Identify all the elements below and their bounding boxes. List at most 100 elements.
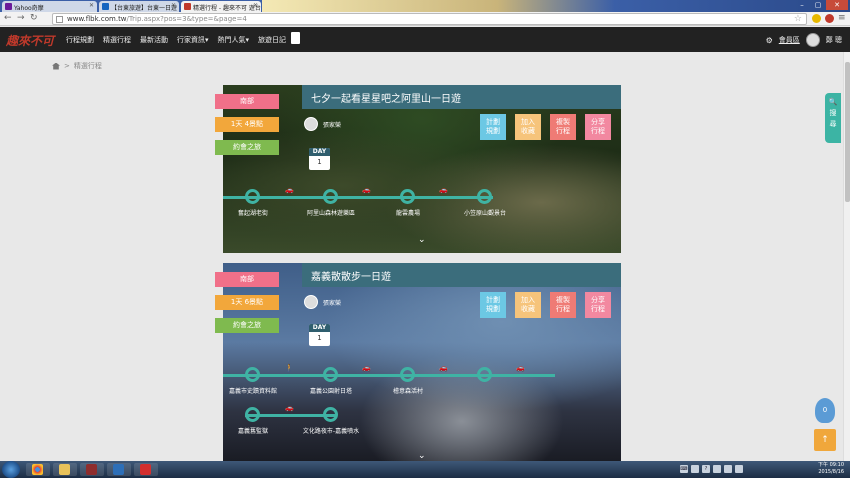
- extension-icon[interactable]: [812, 14, 821, 23]
- car-icon: 🚗: [285, 404, 294, 412]
- trip-title[interactable]: 嘉義散散步一日遊: [302, 263, 621, 287]
- tag-theme: 約會之旅: [215, 140, 279, 155]
- route-stop[interactable]: [323, 407, 338, 422]
- nav-item-popular[interactable]: 熱門人氣▾: [218, 35, 250, 45]
- taskbar-chrome-icon[interactable]: [26, 463, 50, 476]
- copy-trip-button[interactable]: 複製 行程: [550, 292, 576, 318]
- user-name[interactable]: 鄭 聰: [826, 35, 842, 45]
- trip-actions: 計劃 規劃 加入 收藏 複製 行程 分享 行程: [480, 292, 611, 318]
- clock-time: 下午 09:10: [818, 462, 844, 468]
- nav-item-plan[interactable]: 行程規劃: [66, 35, 94, 45]
- stop-label[interactable]: 奮起湖老街: [238, 208, 268, 217]
- taskbar-pdf-icon[interactable]: [134, 463, 158, 476]
- close-window-icon[interactable]: ✕: [826, 0, 848, 10]
- scrollbar-thumb[interactable]: [845, 62, 850, 202]
- share-trip-button[interactable]: 分享 行程: [585, 114, 611, 140]
- chevron-down-icon[interactable]: ⌄: [418, 451, 426, 461]
- close-tab-icon[interactable]: ✕: [171, 2, 176, 9]
- stop-label[interactable]: 嘉義公園射日塔: [310, 386, 352, 395]
- stop-label[interactable]: 嘉義舊監獄: [238, 426, 268, 435]
- close-tab-icon[interactable]: ✕: [253, 2, 258, 9]
- trip-card[interactable]: 嘉義散散步一日遊 張家榮 計劃 規劃 加入 收藏 複製 行程 分享 行程 DAY…: [223, 263, 621, 461]
- route-line: [223, 196, 493, 199]
- trip-title[interactable]: 七夕一起看星星吧之阿里山一日遊: [302, 85, 621, 109]
- share-trip-button[interactable]: 分享 行程: [585, 292, 611, 318]
- taskbar-player-icon[interactable]: [107, 463, 131, 476]
- add-favorite-button[interactable]: 加入 收藏: [515, 114, 541, 140]
- stop-label[interactable]: 阿里山森林遊樂區: [307, 208, 355, 217]
- back-to-top-button[interactable]: ↑: [814, 429, 836, 451]
- notification-bubble[interactable]: 0: [815, 398, 835, 423]
- app-tray-icon[interactable]: [691, 465, 699, 473]
- nav-item-events[interactable]: 最新活動: [140, 35, 168, 45]
- close-tab-icon[interactable]: ✕: [89, 2, 94, 9]
- start-button-icon[interactable]: [2, 461, 20, 478]
- extension-icon[interactable]: [825, 14, 834, 23]
- nav-item-featured[interactable]: 精選行程: [103, 35, 131, 45]
- taskbar-explorer-icon[interactable]: [53, 463, 77, 476]
- page-scrollbar[interactable]: [843, 52, 850, 462]
- copy-trip-button[interactable]: 複製 行程: [550, 114, 576, 140]
- volume-icon[interactable]: [735, 465, 743, 473]
- nav-item-diary[interactable]: 旅遊日記: [258, 35, 286, 45]
- trip-author: 張家榮: [304, 117, 341, 131]
- tag-theme: 約會之旅: [215, 318, 279, 333]
- forward-arrow-icon[interactable]: →: [17, 13, 25, 23]
- route-stop[interactable]: [477, 189, 492, 204]
- stop-label[interactable]: 嘉義市史蹟資料館: [229, 386, 277, 395]
- home-icon[interactable]: [52, 62, 60, 70]
- clock[interactable]: 下午 09:10 2015/8/16: [818, 462, 844, 476]
- route-stop[interactable]: [245, 367, 260, 382]
- browser-tab-strip: Yahoo奇摩 ✕ 【台東旅遊】台東一日遊 ✕ 精選行程 - 趣來不可 遊台 ✕…: [0, 0, 850, 12]
- breadcrumb: > 精選行程: [52, 61, 102, 71]
- user-area: ⚙ 會員區 鄭 聰: [766, 33, 842, 47]
- bookmark-star-icon[interactable]: ☆: [794, 14, 802, 24]
- route-stop[interactable]: [477, 367, 492, 382]
- route-stop[interactable]: [245, 189, 260, 204]
- member-link[interactable]: 會員區: [779, 35, 800, 45]
- gear-icon[interactable]: ⚙: [766, 36, 773, 45]
- route-stop[interactable]: [400, 189, 415, 204]
- menu-icon[interactable]: ≡: [838, 13, 846, 23]
- minimize-icon[interactable]: –: [794, 0, 810, 10]
- document-icon[interactable]: [291, 32, 300, 44]
- flag-icon[interactable]: [713, 465, 721, 473]
- reload-icon[interactable]: ↻: [30, 13, 38, 23]
- system-tray: ⌨ ?: [680, 465, 743, 473]
- plan-trip-button[interactable]: 計劃 規劃: [480, 114, 506, 140]
- avatar[interactable]: [805, 33, 820, 47]
- browser-tab-taitung[interactable]: 【台東旅遊】台東一日遊 ✕: [99, 1, 179, 12]
- nav-item-insider[interactable]: 行家資訊▾: [177, 35, 209, 45]
- maximize-icon[interactable]: ▢: [810, 0, 826, 10]
- page-favicon-icon: [102, 3, 109, 10]
- taskbar-media-icon[interactable]: [80, 463, 104, 476]
- day-label: DAY: [309, 324, 330, 332]
- help-icon[interactable]: ?: [702, 465, 710, 473]
- route-stop[interactable]: [323, 189, 338, 204]
- stop-label[interactable]: 檜意森活村: [393, 386, 423, 395]
- stop-label[interactable]: 文化路夜市-嘉義噴水: [303, 426, 359, 435]
- search-label: 搜 尋: [829, 109, 837, 128]
- chevron-down-icon[interactable]: ⌄: [418, 235, 426, 245]
- stop-label[interactable]: 龍雲農場: [396, 208, 420, 217]
- network-icon[interactable]: [724, 465, 732, 473]
- site-navbar: 趣來不可 行程規劃 精選行程 最新活動 行家資訊▾ 熱門人氣▾ 旅遊日記 ⚙ 會…: [0, 27, 850, 52]
- back-arrow-icon[interactable]: ←: [4, 13, 12, 23]
- browser-tab-yahoo[interactable]: Yahoo奇摩 ✕: [2, 1, 97, 12]
- address-bar[interactable]: www.flbk.com.tw/Trip.aspx?pos=3&type=&pa…: [52, 13, 807, 25]
- site-logo[interactable]: 趣來不可: [6, 32, 54, 49]
- stop-label[interactable]: 小笠原山觀景台: [464, 208, 506, 217]
- search-float-button[interactable]: 🔍 搜 尋: [825, 93, 841, 143]
- route-stop[interactable]: [323, 367, 338, 382]
- browser-tab-trip[interactable]: 精選行程 - 趣來不可 遊台 ✕: [181, 1, 261, 12]
- author-name: 張家榮: [323, 299, 342, 307]
- day-calendar-icon: DAY 1: [309, 324, 330, 346]
- plan-trip-button[interactable]: 計劃 規劃: [480, 292, 506, 318]
- trip-card[interactable]: 七夕一起看星星吧之阿里山一日遊 張家榮 計劃 規劃 加入 收藏 複製 行程 分享…: [223, 85, 621, 253]
- tag-duration: 1天 6景點: [215, 295, 279, 310]
- keyboard-icon[interactable]: ⌨: [680, 465, 688, 473]
- route-stop[interactable]: [245, 407, 260, 422]
- route-stop[interactable]: [400, 367, 415, 382]
- add-favorite-button[interactable]: 加入 收藏: [515, 292, 541, 318]
- trip-route: 🚗 🚗 🚗 奮起湖老街 阿里山森林遊樂區 龍雲農場 小笠原山觀景台: [223, 185, 621, 225]
